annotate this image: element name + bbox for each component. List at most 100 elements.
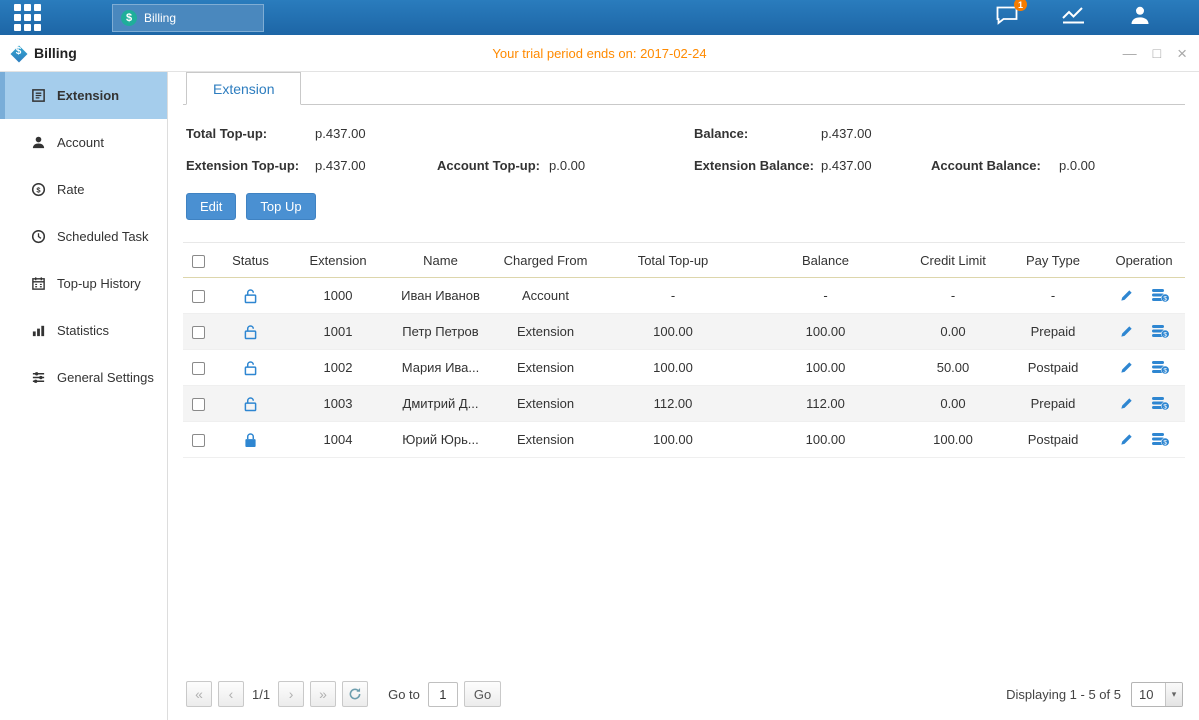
extensions-table: Status Extension Name Charged From Total… (183, 242, 1185, 458)
edit-icon[interactable] (1119, 360, 1134, 375)
account-topup-label: Account Top-up: (437, 158, 549, 173)
cell-charged-from: Extension (493, 350, 598, 386)
sidebar-item-label: Scheduled Task (57, 229, 149, 244)
first-page-button[interactable]: « (186, 681, 212, 707)
top-up-icon[interactable]: $ (1152, 324, 1170, 339)
cell-credit-limit: - (903, 278, 1003, 314)
cell-credit-limit: 0.00 (903, 314, 1003, 350)
billing-dollar-icon: $ (121, 10, 137, 26)
sidebar-item-rate[interactable]: $ Rate (0, 166, 167, 213)
row-checkbox[interactable] (192, 326, 205, 339)
maximize-icon[interactable]: □ (1153, 46, 1161, 60)
sidebar-item-scheduled-task[interactable]: Scheduled Task (0, 213, 167, 260)
topbar-right-icons: 1 (995, 5, 1151, 30)
svg-text:$: $ (1163, 403, 1167, 410)
top-up-icon[interactable]: $ (1152, 288, 1170, 303)
col-total-topup: Total Top-up (598, 243, 748, 278)
app-logo-title: $ Billing (0, 45, 77, 62)
row-checkbox[interactable] (192, 434, 205, 447)
cell-charged-from: Extension (493, 314, 598, 350)
account-balance-value: p.0.00 (1059, 158, 1185, 173)
cell-balance: 100.00 (748, 422, 903, 458)
goto-page-input[interactable] (428, 682, 458, 707)
user-account-button[interactable] (1129, 5, 1151, 30)
sidebar-item-label: Top-up History (57, 276, 141, 291)
line-chart-icon (1061, 5, 1087, 30)
cell-extension: 1000 (288, 278, 388, 314)
row-checkbox[interactable] (192, 362, 205, 375)
extension-balance-label: Extension Balance: (694, 158, 821, 173)
cell-pay-type: Prepaid (1003, 386, 1103, 422)
window-controls: — □ × (1123, 35, 1187, 71)
sidebar-item-topup-history[interactable]: Top-up History (0, 260, 167, 307)
col-pay-type: Pay Type (1003, 243, 1103, 278)
cell-balance: 100.00 (748, 350, 903, 386)
cell-name: Дмитрий Д... (388, 386, 493, 422)
row-checkbox[interactable] (192, 398, 205, 411)
row-checkbox[interactable] (192, 290, 205, 303)
cell-extension: 1004 (288, 422, 388, 458)
edit-icon[interactable] (1119, 324, 1134, 339)
table-row: 1000 Иван Иванов Account - - - - $ (183, 278, 1185, 314)
goto-label: Go to (388, 687, 420, 702)
balance-value: p.437.00 (821, 126, 931, 141)
sidebar-item-general-settings[interactable]: General Settings (0, 354, 167, 401)
notifications-button[interactable]: 1 (995, 5, 1019, 30)
edit-button[interactable]: Edit (186, 193, 236, 220)
top-up-icon[interactable]: $ (1152, 396, 1170, 411)
sidebar-nav: Extension Account $ Rate Scheduled Task (0, 72, 168, 720)
total-topup-label: Total Top-up: (186, 126, 315, 141)
cell-charged-from: Extension (493, 422, 598, 458)
window-app-name: Billing (34, 45, 77, 61)
statistics-chart-button[interactable] (1061, 5, 1087, 30)
cell-pay-type: Postpaid (1003, 350, 1103, 386)
sidebar-item-label: Statistics (57, 323, 109, 338)
cell-name: Петр Петров (388, 314, 493, 350)
sidebar-item-account[interactable]: Account (0, 119, 167, 166)
cell-total-topup: 100.00 (598, 314, 748, 350)
unlocked-icon (244, 288, 257, 304)
billing-summary: Total Top-up: p.437.00 Balance: p.437.00… (183, 126, 1185, 173)
close-icon[interactable]: × (1177, 45, 1187, 62)
col-extension: Extension (288, 243, 388, 278)
sidebar-item-statistics[interactable]: Statistics (0, 307, 167, 354)
top-up-icon[interactable]: $ (1152, 360, 1170, 375)
go-button[interactable]: Go (464, 681, 501, 707)
cell-name: Юрий Юрь... (388, 422, 493, 458)
select-all-checkbox[interactable] (192, 255, 205, 268)
next-page-button[interactable]: › (278, 681, 304, 707)
top-up-button[interactable]: Top Up (246, 193, 315, 220)
bar-chart-icon (30, 323, 46, 338)
edit-icon[interactable] (1119, 432, 1134, 447)
table-row: 1001 Петр Петров Extension 100.00 100.00… (183, 314, 1185, 350)
cell-balance: - (748, 278, 903, 314)
cell-name: Мария Ива... (388, 350, 493, 386)
account-person-icon (30, 135, 46, 150)
top-up-icon[interactable]: $ (1152, 432, 1170, 447)
balance-label: Balance: (694, 126, 821, 141)
rate-coin-icon: $ (30, 182, 46, 197)
cell-credit-limit: 50.00 (903, 350, 1003, 386)
sidebar-item-extension[interactable]: Extension (0, 72, 167, 119)
cell-pay-type: - (1003, 278, 1103, 314)
extension-card-icon (30, 88, 46, 103)
cell-charged-from: Account (493, 278, 598, 314)
page-info: 1/1 (252, 687, 270, 702)
refresh-button[interactable] (342, 681, 368, 707)
page-size-select[interactable]: 10 ▾ (1131, 682, 1183, 707)
topbar-billing-tab[interactable]: $ Billing (112, 4, 264, 32)
edit-icon[interactable] (1119, 288, 1134, 303)
cell-pay-type: Prepaid (1003, 314, 1103, 350)
tab-strip: Extension (183, 72, 1185, 105)
last-page-button[interactable]: » (310, 681, 336, 707)
cell-extension: 1003 (288, 386, 388, 422)
edit-icon[interactable] (1119, 396, 1134, 411)
sidebar-item-label: Rate (57, 182, 84, 197)
unlocked-icon (244, 324, 257, 340)
cell-extension: 1002 (288, 350, 388, 386)
minimize-icon[interactable]: — (1123, 46, 1137, 60)
tab-extension[interactable]: Extension (186, 72, 301, 105)
prev-page-button[interactable]: ‹ (218, 681, 244, 707)
app-launcher-button[interactable] (0, 0, 54, 35)
system-topbar: $ Billing 1 (0, 0, 1199, 35)
